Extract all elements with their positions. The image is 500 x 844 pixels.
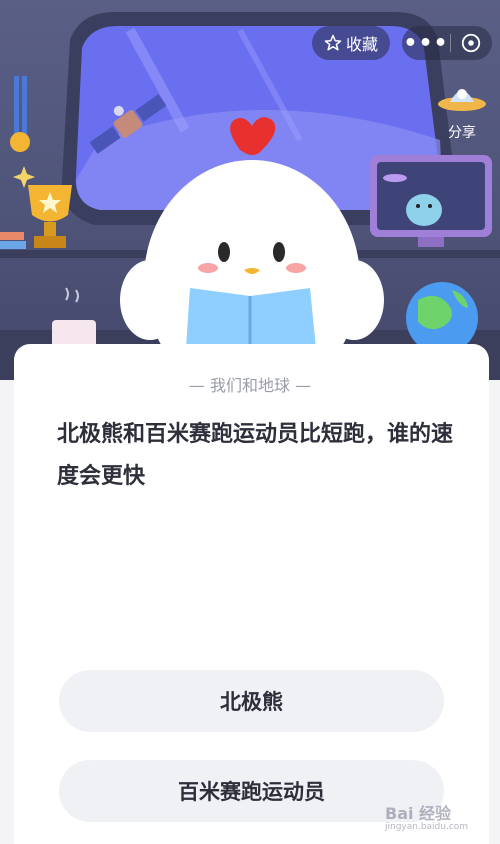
close-button[interactable]	[451, 26, 491, 60]
medal-icon	[10, 76, 30, 152]
more-dots-icon[interactable]: •••	[402, 26, 450, 60]
ufo-share-icon	[438, 89, 486, 111]
topic-label: — 我们和地球 —	[188, 376, 312, 395]
star-outline-icon	[324, 34, 342, 51]
answer-option-1[interactable]: 北极熊	[59, 670, 444, 732]
book	[0, 241, 26, 249]
share-label: 分享	[448, 125, 476, 141]
capsule-menu: •••	[402, 26, 492, 60]
watermark-line2: jingyan.baidu.com	[385, 822, 469, 832]
trophy-icon	[28, 185, 72, 248]
header-illustration: 收藏 ••• 分享	[0, 0, 500, 380]
share-button[interactable]: 分享	[432, 80, 492, 152]
watermark-line1: Bai 经验	[385, 804, 452, 823]
sparkle-icon	[13, 166, 35, 188]
close-circle-icon	[461, 33, 481, 53]
favorite-label: 收藏	[345, 35, 378, 54]
watermark: Bai 经验 jingyan.baidu.com	[385, 800, 495, 840]
favorite-button[interactable]: 收藏	[312, 26, 390, 60]
book	[0, 232, 24, 240]
monitor-illustration	[370, 155, 492, 247]
question-text: 北极熊和百米赛跑运动员比短跑，谁的速度会更快	[57, 422, 454, 489]
